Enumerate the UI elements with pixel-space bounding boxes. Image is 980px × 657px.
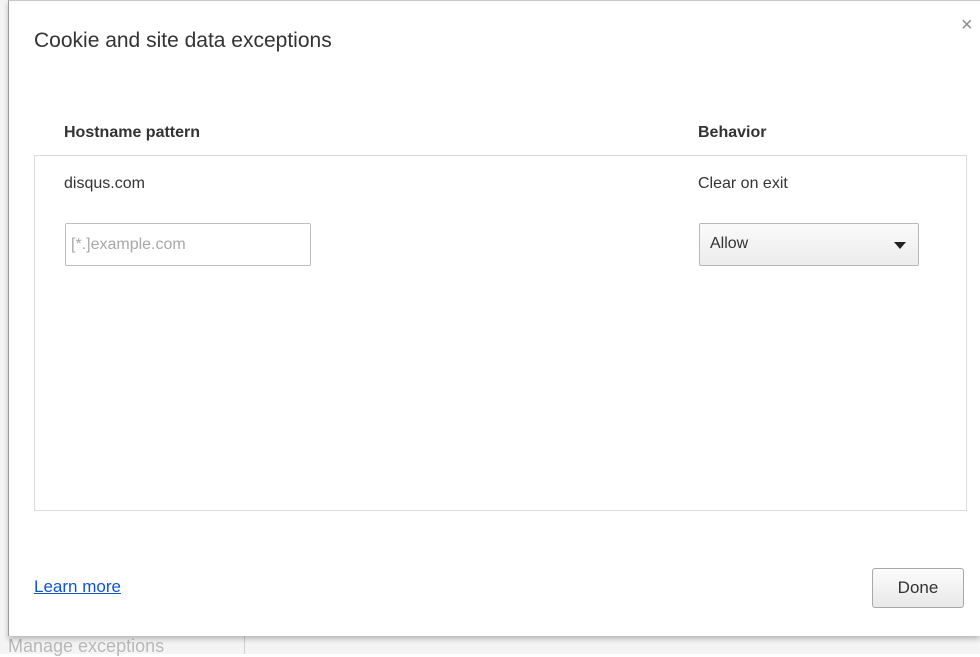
behavior-header: Behavior [698,124,767,141]
hostname-pattern-header: Hostname pattern [64,124,201,141]
behavior-select-value: Allow [710,235,749,252]
hostname-pattern-input[interactable] [65,223,311,266]
close-icon[interactable]: × [961,15,973,35]
done-button[interactable]: Done [872,568,964,608]
chevron-down-icon [894,242,906,249]
exception-row-hostname[interactable]: disqus.com [64,175,145,193]
background-divider [244,636,245,654]
cookie-exceptions-dialog: Cookie and site data exceptions × Hostna… [8,0,980,636]
learn-more-link[interactable]: Learn more [34,577,121,597]
behavior-select[interactable]: Allow [699,223,919,266]
exceptions-list [34,155,967,511]
dialog-title: Cookie and site data exceptions [34,29,332,52]
exception-row-behavior[interactable]: Clear on exit [698,175,788,193]
